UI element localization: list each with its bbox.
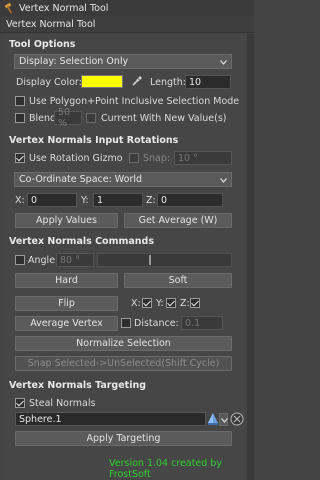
hammer-icon	[4, 2, 15, 14]
target-dropdown-button[interactable]	[219, 413, 228, 426]
steal-normals-checkbox[interactable]	[15, 398, 25, 408]
use-inclusive-label: Use Polygon+Point Inclusive Selection Mo…	[29, 96, 240, 107]
soft-button[interactable]: Soft	[124, 273, 232, 288]
steal-normals-label: Steal Normals	[29, 398, 96, 409]
chevron-down-icon	[220, 59, 227, 65]
distance-label: Distance:	[134, 318, 179, 329]
length-label: Length:	[150, 77, 186, 88]
panel-header: Vertex Normal Tool	[0, 16, 254, 33]
get-average-button[interactable]: Get Average (W)	[124, 213, 232, 228]
snap-label: Snap:	[143, 153, 171, 164]
y-label: Y:	[81, 195, 89, 206]
input-rotations-heading: Vertex Normals Input Rotations	[9, 135, 179, 146]
flip-y-label: Y:	[156, 298, 164, 309]
blend-checkbox[interactable]	[15, 113, 25, 123]
y-field[interactable]: 1	[93, 193, 143, 207]
use-gizmo-label: Use Rotation Gizmo	[29, 153, 123, 164]
target-object-field[interactable]: Sphere.1	[15, 412, 206, 426]
current-with-new-checkbox[interactable]	[86, 113, 96, 123]
targeting-heading: Vertex Normals Targeting	[9, 380, 147, 391]
tool-options-heading: Tool Options	[9, 39, 76, 50]
x-label: X:	[15, 195, 25, 206]
angle-slider-thumb[interactable]	[149, 255, 151, 265]
current-with-new-label: Current With New Value(s)	[101, 113, 227, 124]
flip-x-checkbox[interactable]	[142, 298, 152, 308]
target-picker-icon[interactable]	[230, 412, 244, 426]
flip-y-checkbox[interactable]	[166, 298, 176, 308]
z-label: Z:	[146, 195, 156, 206]
angle-checkbox[interactable]	[15, 255, 25, 265]
blend-field[interactable]: 50 %	[54, 107, 82, 129]
normalize-selection-button[interactable]: Normalize Selection	[15, 336, 232, 351]
use-gizmo-checkbox[interactable]	[15, 153, 25, 163]
version-footer: Version 1.04 created by FrostSoft	[109, 458, 222, 480]
apply-values-button[interactable]: Apply Values	[15, 213, 118, 228]
object-cone-icon	[207, 412, 219, 426]
snap-checkbox[interactable]	[129, 153, 139, 163]
distance-checkbox[interactable]	[121, 318, 131, 328]
angle-label: Angle	[28, 255, 56, 266]
blend-label: Blend	[29, 113, 57, 124]
z-field[interactable]: 0	[157, 193, 223, 207]
coord-space-dropdown[interactable]: Co-Ordinate Space: World	[14, 172, 232, 187]
window-titlebar: Vertex Normal Tool	[0, 0, 254, 16]
angle-field[interactable]: 80 °	[56, 253, 94, 267]
x-field[interactable]: 0	[27, 193, 77, 207]
chevron-down-icon	[221, 418, 228, 423]
commands-heading: Vertex Normals Commands	[9, 236, 154, 247]
apply-targeting-button[interactable]: Apply Targeting	[15, 431, 232, 446]
coord-space-value: Co-Ordinate Space: World	[19, 174, 143, 185]
snap-selected-button[interactable]: Snap Selected->UnSelected(Shift Cycle)	[15, 356, 232, 371]
snap-field[interactable]: 10 °	[174, 151, 232, 165]
eyedropper-icon[interactable]	[131, 75, 143, 87]
distance-field[interactable]: 0.1	[181, 316, 223, 330]
window-title: Vertex Normal Tool	[19, 2, 109, 14]
flip-button[interactable]: Flip	[15, 296, 118, 311]
use-inclusive-checkbox[interactable]	[15, 96, 25, 106]
average-vertex-button[interactable]: Average Vertex	[15, 316, 118, 331]
display-mode-dropdown[interactable]: Display: Selection Only	[14, 54, 232, 69]
flip-z-checkbox[interactable]	[190, 298, 200, 308]
display-color-label: Display Color:	[16, 77, 82, 88]
hard-button[interactable]: Hard	[15, 273, 118, 288]
chevron-down-icon	[220, 177, 227, 183]
length-field[interactable]: 10	[185, 75, 231, 89]
scrollbar[interactable]	[247, 34, 254, 480]
display-mode-value: Display: Selection Only	[19, 56, 129, 67]
flip-z-label: Z:	[180, 298, 190, 309]
angle-slider[interactable]	[97, 253, 232, 267]
display-color-swatch[interactable]	[81, 75, 123, 88]
flip-x-label: X:	[131, 298, 141, 309]
